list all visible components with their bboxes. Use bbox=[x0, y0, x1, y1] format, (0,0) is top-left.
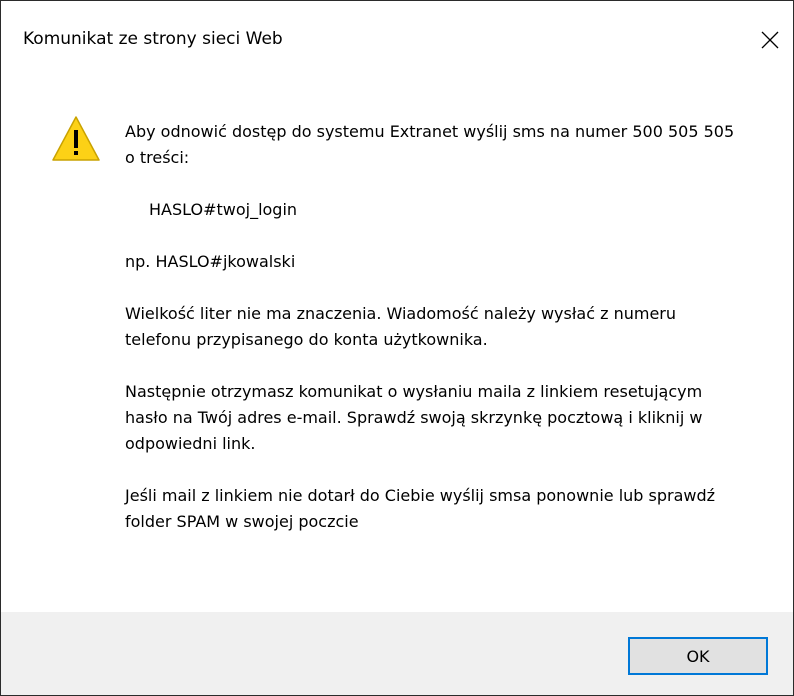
message-note: Wielkość liter nie ma znaczenia. Wiadomo… bbox=[125, 304, 676, 349]
warning-icon bbox=[51, 114, 101, 164]
message-next-steps: Następnie otrzymasz komunikat o wysłaniu… bbox=[125, 382, 703, 453]
message-fallback: Jeśli mail z linkiem nie dotarł do Ciebi… bbox=[125, 486, 716, 531]
message-body: Aby odnowić dostęp do systemu Extranet w… bbox=[125, 119, 745, 561]
ok-button[interactable]: OK bbox=[628, 637, 768, 675]
message-example: np. HASLO#jkowalski bbox=[125, 252, 296, 271]
close-icon bbox=[761, 31, 779, 49]
title-bar: Komunikat ze strony sieci Web bbox=[1, 1, 793, 81]
close-button[interactable] bbox=[747, 17, 793, 63]
message-sms-code: HASLO#twoj_login bbox=[149, 200, 298, 219]
dialog-footer: OK bbox=[1, 612, 793, 695]
message-line-instruction: Aby odnowić dostęp do systemu Extranet w… bbox=[125, 122, 735, 167]
message-dialog: Komunikat ze strony sieci Web Aby odnowi… bbox=[0, 0, 794, 696]
dialog-title: Komunikat ze strony sieci Web bbox=[23, 29, 283, 49]
